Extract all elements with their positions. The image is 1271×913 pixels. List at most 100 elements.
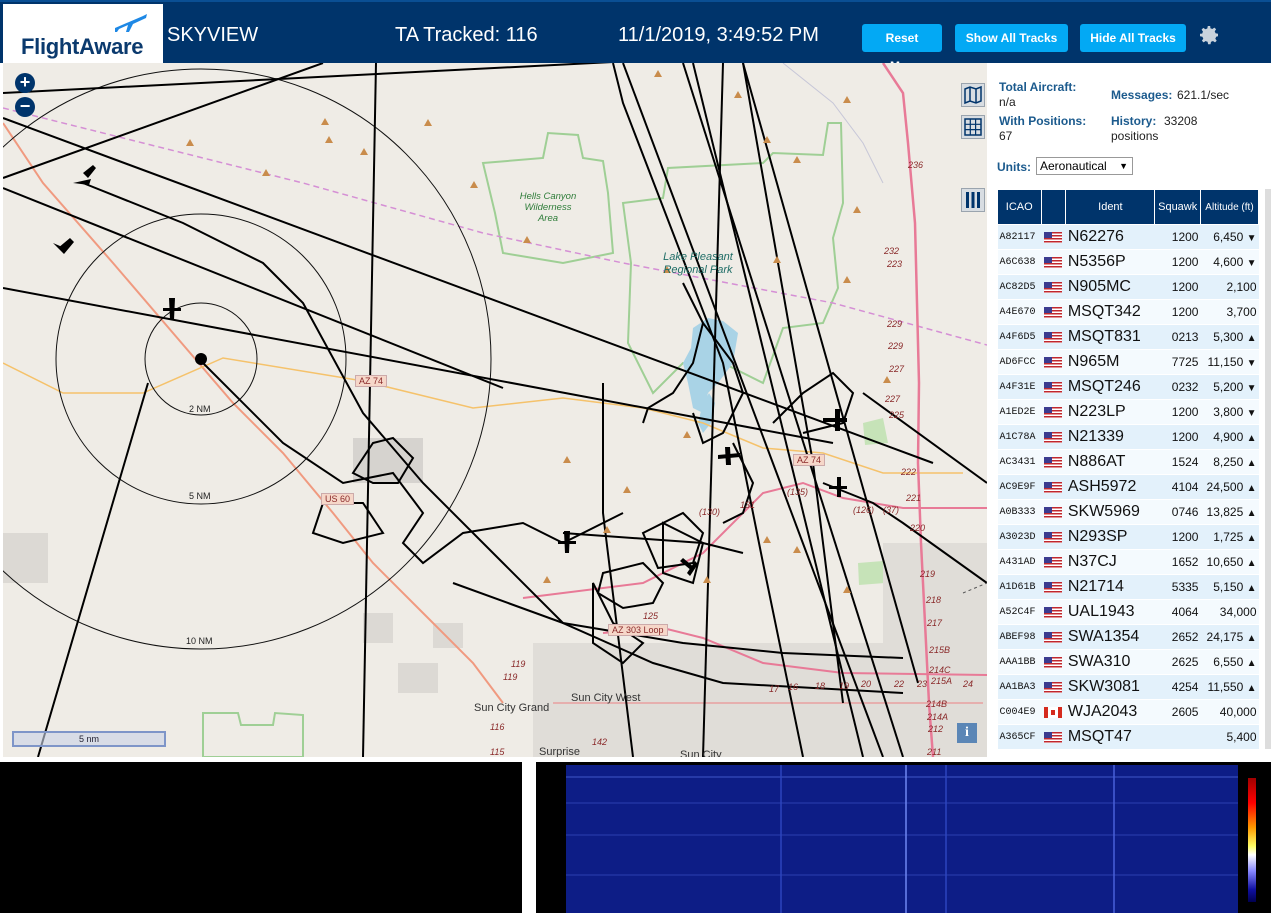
road-number: 227 — [889, 364, 905, 374]
gear-icon[interactable] — [1197, 23, 1221, 47]
us-flag-icon — [1044, 656, 1063, 668]
map-layers-button[interactable] — [961, 83, 985, 107]
altitude-cell: 5,300 ▲ — [1200, 324, 1259, 350]
flag-cell — [1041, 349, 1066, 375]
column-header-ident[interactable]: Ident — [1065, 189, 1156, 225]
us-flag-icon — [1044, 406, 1063, 418]
flightaware-logo[interactable]: FlightAware — [3, 4, 163, 63]
place-surprise: Surprise — [539, 746, 580, 757]
road-number: 19 — [839, 681, 850, 691]
table-row[interactable]: C004E9 WJA2043 2605 40,000 — [997, 699, 1259, 725]
flag-cell — [1041, 224, 1066, 250]
squawk-cell: 2605 — [1154, 699, 1201, 725]
table-row[interactable]: AA1BA3 SKW3081 4254 11,550 ▲ — [997, 674, 1259, 700]
altitude-value: 4,900 — [1213, 430, 1244, 444]
table-row[interactable]: A4E670 MSQT342 1200 3,700 — [997, 299, 1259, 325]
table-row[interactable]: A3023D N293SP 1200 1,725 ▲ — [997, 524, 1259, 550]
table-row[interactable]: ABEF98 SWA1354 2652 24,175 ▲ — [997, 624, 1259, 650]
column-header-altitude[interactable]: Altitude (ft) — [1199, 189, 1259, 225]
altitude-value: 5,150 — [1213, 580, 1244, 594]
squawk-cell: 4104 — [1154, 474, 1201, 500]
ident-cell: N37CJ — [1065, 549, 1155, 575]
reset-map-button[interactable]: Reset Map — [862, 24, 942, 73]
zoom-out-button[interactable]: − — [15, 97, 35, 117]
aircraft-sidebar: Total Aircraft: n/a With Positions: 67 M… — [987, 63, 1271, 757]
squawk-cell: 1200 — [1154, 424, 1201, 450]
place-hells-canyon: Hells Canyon Wilderness Area — [519, 191, 577, 224]
column-header-squawk[interactable]: Squawk — [1154, 189, 1201, 225]
total-aircraft-label: Total Aircraft: — [999, 80, 1077, 94]
ring-label-2nm: 2 NM — [189, 404, 211, 414]
road-number: 214B — [926, 699, 948, 709]
table-row[interactable]: A1C78A N21339 1200 4,900 ▲ — [997, 424, 1259, 450]
altitude-value: 5,200 — [1213, 380, 1244, 394]
altitude-trend-icon: ▲ — [1246, 533, 1257, 544]
altitude-value: 6,450 — [1213, 230, 1244, 244]
table-row[interactable]: AC82D5 N905MC 1200 2,100 — [997, 274, 1259, 300]
altitude-cell: 6,450 ▼ — [1200, 224, 1259, 250]
waterfall-canvas — [566, 765, 1238, 913]
road-number: 229 — [888, 341, 904, 351]
flag-cell — [1041, 624, 1066, 650]
altitude-value: 2,100 — [1226, 280, 1257, 294]
table-row[interactable]: A1D61B N21714 5335 5,150 ▲ — [997, 574, 1259, 600]
table-row[interactable]: A431AD N37CJ 1652 10,650 ▲ — [997, 549, 1259, 575]
squawk-cell: 1200 — [1154, 399, 1201, 425]
table-row[interactable]: AD6FCC N965M 7725 11,150 ▼ — [997, 349, 1259, 375]
us-flag-icon — [1044, 356, 1063, 368]
squawk-cell: 1652 — [1154, 549, 1201, 575]
altitude-cell: 6,550 ▲ — [1200, 649, 1259, 675]
hide-all-tracks-button[interactable]: Hide All Tracks — [1080, 24, 1186, 52]
us-flag-icon — [1044, 431, 1063, 443]
altitude-value: 8,250 — [1213, 455, 1244, 469]
map-canvas[interactable] — [3, 63, 987, 757]
road-number: 225 — [889, 410, 905, 420]
with-positions-label: With Positions: — [999, 114, 1087, 128]
ident-cell: MSQT246 — [1065, 374, 1155, 400]
table-row[interactable]: A82117 N62276 1200 6,450 ▼ — [997, 224, 1259, 250]
aircraft-table[interactable]: ICAO Ident Squawk Altitude (ft) A82117 N6… — [997, 189, 1259, 757]
grid-toggle-button[interactable] — [961, 115, 985, 139]
squawk-cell: 4254 — [1154, 674, 1201, 700]
table-row[interactable]: AAA1BB SWA310 2625 6,550 ▲ — [997, 649, 1259, 675]
columns-toggle-button[interactable] — [961, 188, 985, 212]
altitude-trend-icon: ▲ — [1246, 483, 1257, 494]
sidebar-scrollbar[interactable] — [1265, 189, 1271, 749]
info-button[interactable]: i — [957, 723, 977, 743]
table-row[interactable]: A4F6D5 MSQT831 0213 5,300 ▲ — [997, 324, 1259, 350]
logo-text: FlightAware — [21, 34, 144, 59]
table-row[interactable]: A4F31E MSQT246 0232 5,200 ▼ — [997, 374, 1259, 400]
road-number: 115 — [490, 747, 505, 757]
table-row[interactable]: AC9E9F ASH5972 4104 24,500 ▲ — [997, 474, 1259, 500]
altitude-trend-icon: ▲ — [1246, 558, 1257, 569]
squawk-cell: 7725 — [1154, 349, 1201, 375]
road-number: 18 — [815, 681, 826, 691]
altitude-cell: 13,825 ▲ — [1200, 499, 1259, 525]
icao-cell: AC82D5 — [997, 274, 1041, 300]
table-row[interactable]: A365CF MSQT47 5,400 — [997, 724, 1259, 750]
show-all-tracks-button[interactable]: Show All Tracks — [955, 24, 1068, 52]
road-number: 142 — [592, 737, 608, 747]
flag-cell — [1041, 549, 1066, 575]
zoom-in-button[interactable]: + — [15, 73, 35, 93]
map-view[interactable]: + − 2 NM 5 NM 10 NM Hells Canyon Wildern… — [3, 63, 987, 757]
column-header-flag[interactable] — [1040, 189, 1067, 225]
units-select[interactable]: Aeronautical ▼ — [1036, 157, 1133, 175]
road-number: 214C — [929, 665, 951, 675]
ident-cell: UAL1943 — [1065, 599, 1155, 625]
altitude-cell: 3,800 ▼ — [1200, 399, 1259, 425]
history-label: History: — [1111, 114, 1157, 128]
table-row[interactable]: A6C638 N5356P 1200 4,600 ▼ — [997, 249, 1259, 275]
road-number: 23 — [917, 679, 928, 689]
table-row[interactable]: AC3431 N886AT 1524 8,250 ▲ — [997, 449, 1259, 475]
road-number: 220 — [910, 523, 926, 533]
table-row[interactable]: A1ED2E N223LP 1200 3,800 ▼ — [997, 399, 1259, 425]
road-shield-az303: AZ 303 Loop — [608, 624, 668, 636]
us-flag-icon — [1044, 256, 1063, 268]
column-header-icao[interactable]: ICAO — [997, 189, 1042, 225]
road-number: 24 — [963, 679, 974, 689]
grid-icon — [964, 118, 982, 136]
table-row[interactable]: A52C4F UAL1943 4064 34,000 — [997, 599, 1259, 625]
table-row[interactable]: A0B333 SKW5969 0746 13,825 ▲ — [997, 499, 1259, 525]
squawk-cell: 1200 — [1154, 249, 1201, 275]
